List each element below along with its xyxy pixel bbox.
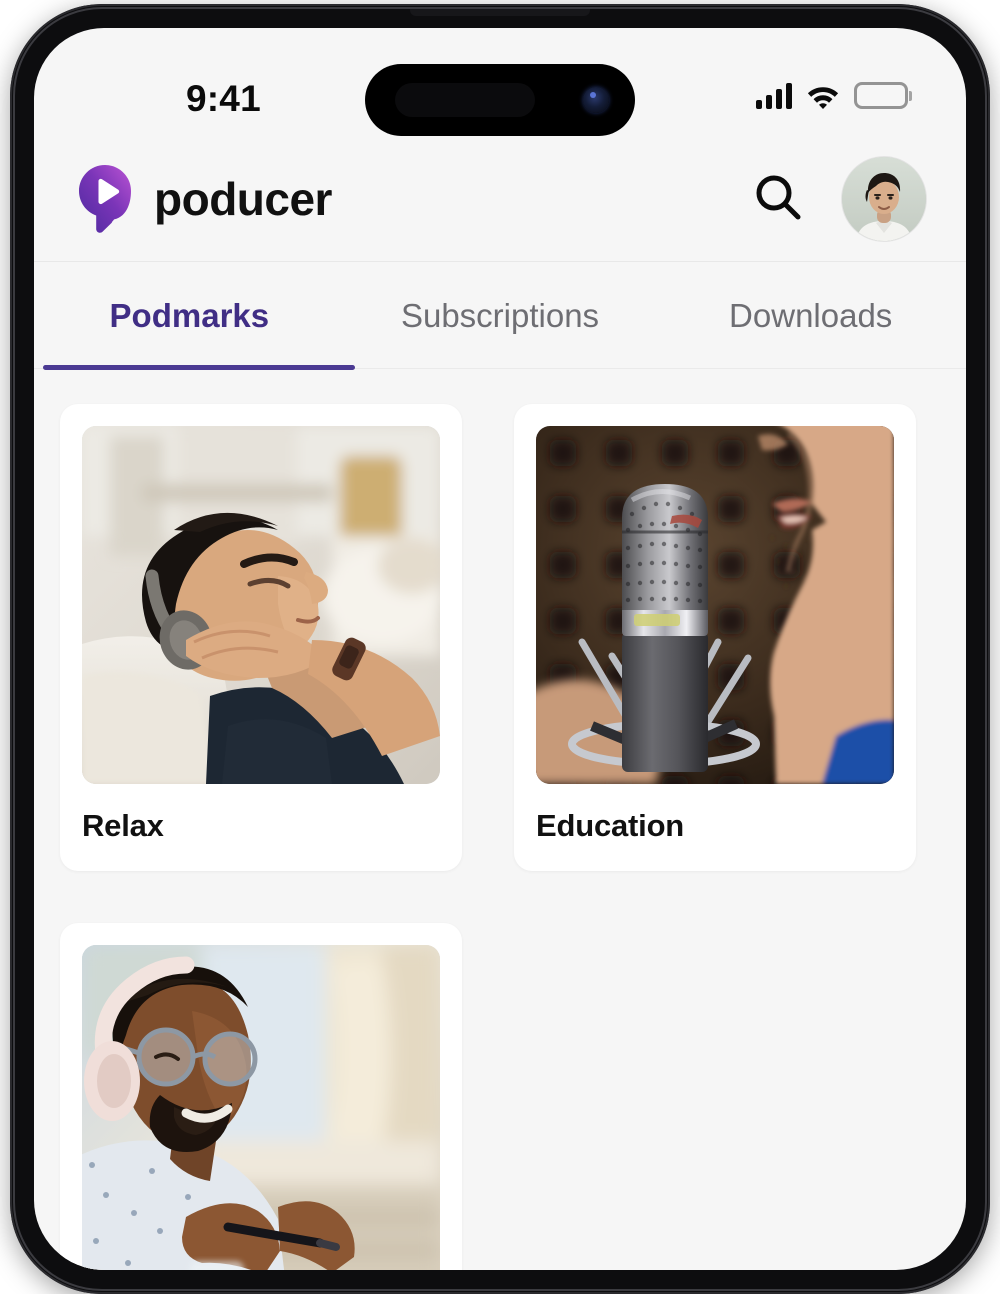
card-thumbnail-education — [536, 426, 894, 784]
active-tab-indicator — [43, 365, 355, 370]
card-relax[interactable]: Relax — [60, 404, 462, 871]
card-education[interactable]: Education — [514, 404, 916, 871]
battery-full-icon — [854, 82, 908, 109]
front-camera-icon — [583, 87, 609, 113]
earpiece-speaker — [410, 9, 590, 16]
search-button[interactable] — [750, 171, 806, 227]
card-third[interactable] — [60, 923, 462, 1270]
card-thumbnail-relax — [82, 426, 440, 784]
brand: poducer — [72, 163, 332, 235]
status-icons — [756, 82, 908, 109]
avatar[interactable] — [842, 157, 926, 241]
avatar-photo — [842, 157, 926, 241]
app-header: poducer — [34, 136, 966, 262]
tab-bar: Podmarks Subscriptions Downloads — [34, 262, 966, 369]
search-icon — [752, 171, 804, 226]
header-actions — [750, 157, 926, 241]
phone-screen: 9:41 — [34, 28, 966, 1270]
card-grid: Relax — [60, 404, 940, 1270]
card-thumbnail-third — [82, 945, 440, 1270]
tab-downloads[interactable]: Downloads — [655, 299, 966, 332]
cellular-signal-icon — [756, 83, 792, 109]
dynamic-island — [365, 64, 635, 136]
tab-podmarks[interactable]: Podmarks — [34, 299, 345, 332]
phone-frame: 9:41 — [10, 4, 990, 1294]
island-speaker-slot — [395, 83, 535, 117]
poducer-logo-icon — [72, 163, 138, 235]
brand-name: poducer — [154, 176, 332, 222]
card-title: Education — [536, 784, 894, 871]
status-time: 9:41 — [186, 78, 261, 120]
tab-subscriptions[interactable]: Subscriptions — [345, 299, 656, 332]
content-area: Relax — [34, 368, 966, 1270]
card-title: Relax — [82, 784, 440, 871]
wifi-icon — [806, 83, 840, 109]
